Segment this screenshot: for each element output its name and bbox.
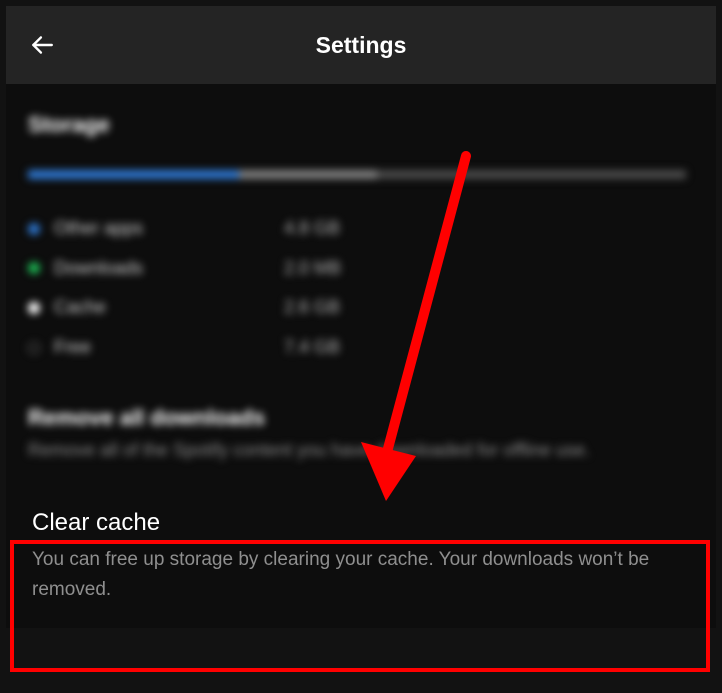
legend-row-downloads: Downloads 2.0 MB [28, 249, 694, 289]
legend-label: Cache [54, 288, 284, 328]
legend-label: Other apps [54, 209, 284, 249]
legend-label: Free [54, 328, 284, 368]
legend-dot-icon [28, 223, 40, 235]
storage-bar-segment [239, 170, 377, 179]
settings-header: Settings [6, 6, 716, 84]
legend-value: 2.6 GB [284, 288, 340, 328]
legend-row-other-apps: Other apps 4.8 GB [28, 209, 694, 249]
storage-bar-segment [377, 170, 686, 179]
clear-cache-description: You can free up storage by clearing your… [32, 545, 672, 604]
legend-value: 2.0 MB [284, 249, 341, 289]
clear-cache-option[interactable]: Clear cache You can free up storage by c… [28, 499, 694, 628]
storage-bar-segment [28, 170, 239, 179]
remove-downloads-title: Remove all downloads [28, 405, 694, 431]
back-icon[interactable] [28, 31, 56, 59]
legend-label: Downloads [54, 249, 284, 289]
remove-downloads-description: Remove all of the Spotify content you ha… [28, 437, 694, 465]
page-title: Settings [6, 32, 716, 59]
storage-usage-bar [28, 170, 686, 179]
storage-legend: Other apps 4.8 GB Downloads 2.0 MB Cache… [28, 209, 694, 367]
legend-value: 7.4 GB [284, 328, 340, 368]
clear-cache-title: Clear cache [32, 509, 690, 537]
storage-section-title: Storage [28, 112, 694, 138]
legend-row-free: Free 7.4 GB [28, 328, 694, 368]
remove-all-downloads-option: Remove all downloads Remove all of the S… [28, 405, 694, 465]
legend-row-cache: Cache 2.6 GB [28, 288, 694, 328]
legend-dot-icon [28, 342, 40, 354]
legend-dot-icon [28, 262, 40, 274]
legend-dot-icon [28, 302, 40, 314]
legend-value: 4.8 GB [284, 209, 340, 249]
storage-section-blurred: Storage Other apps 4.8 GB Downloads 2.0 … [28, 112, 694, 465]
